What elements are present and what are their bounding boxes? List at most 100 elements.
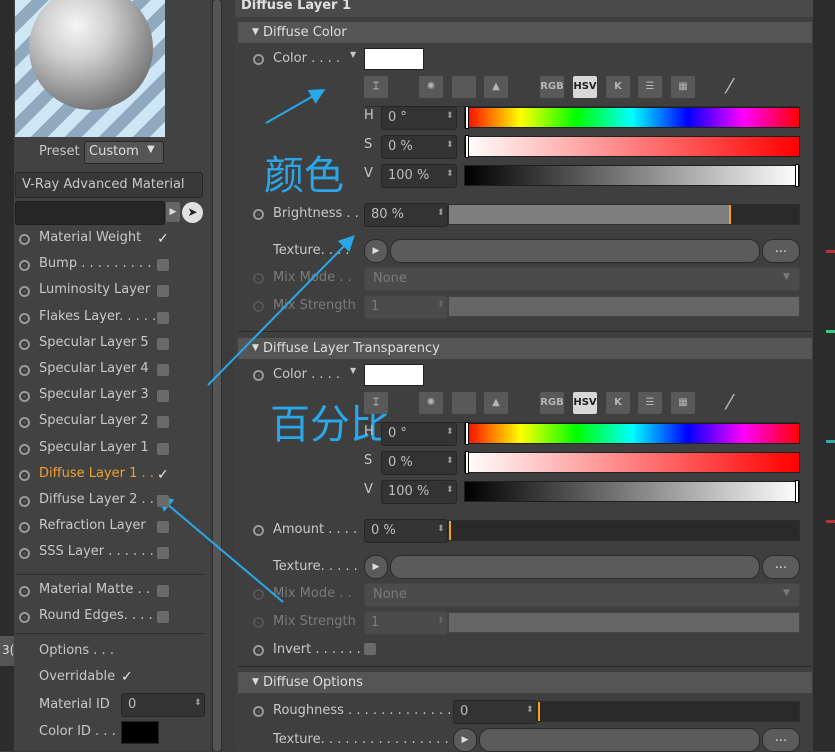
layer-checkbox[interactable]	[157, 442, 169, 455]
value-bar-marker[interactable]	[795, 480, 799, 503]
mix-strength-slider[interactable]	[448, 296, 800, 317]
amount-slider[interactable]	[448, 520, 800, 541]
hue-field[interactable]: 0 ° ⬍	[381, 422, 457, 446]
animation-radio[interactable]	[253, 525, 264, 536]
layer-checkbox[interactable]	[157, 390, 169, 403]
saturation-bar[interactable]	[464, 136, 800, 157]
hue-bar-marker[interactable]	[465, 422, 469, 445]
texture-slot[interactable]	[390, 239, 760, 263]
layer-radio[interactable]	[19, 338, 30, 350]
hue-field[interactable]: 0 ° ⬍	[381, 106, 457, 130]
layer-checkbox[interactable]	[157, 495, 169, 507]
color-swatch[interactable]	[364, 364, 424, 386]
mix-strength-field[interactable]: 1 ⬍	[364, 295, 448, 319]
material-link-field[interactable]	[15, 201, 165, 225]
mix-strength-slider[interactable]	[448, 612, 800, 633]
texture-more-button[interactable]: ...	[762, 239, 800, 263]
value-field[interactable]: 100 % ⬍	[381, 164, 457, 188]
spinner-icon[interactable]: ⬍	[437, 524, 445, 534]
value-field[interactable]: 100 % ⬍	[381, 480, 457, 504]
animation-radio[interactable]	[253, 209, 264, 220]
layer-checkbox[interactable]	[157, 364, 169, 376]
link-arrow-button[interactable]: ▶	[166, 202, 180, 222]
section-header-diffuse-options[interactable]: ▼ Diffuse Options	[238, 672, 812, 693]
layer-checkbox[interactable]	[157, 585, 169, 597]
saturation-bar-marker[interactable]	[465, 451, 469, 474]
hsv-mode-button[interactable]: HSV	[573, 392, 597, 414]
brightness-slider-marker[interactable]	[729, 205, 731, 224]
layer-checkbox[interactable]	[157, 547, 169, 560]
hue-bar[interactable]	[464, 107, 800, 128]
value-bar[interactable]	[464, 165, 800, 186]
saturation-field[interactable]: 0 % ⬍	[381, 451, 457, 475]
layer-radio[interactable]	[19, 365, 30, 376]
layer-checkbox[interactable]: ✓	[157, 232, 171, 246]
kelvin-mode-button[interactable]: K	[606, 392, 630, 414]
color-expand-icon[interactable]: ▼	[350, 50, 356, 59]
color-chart-icon[interactable]: ⌶	[364, 392, 388, 414]
image-picker-icon[interactable]: ▲	[484, 392, 508, 414]
pick-cursor-icon[interactable]: ➤	[182, 202, 203, 223]
material-id-field[interactable]: 0 ⬍	[121, 693, 205, 717]
mixer-icon[interactable]: ☰	[638, 392, 662, 414]
texture-slot[interactable]	[479, 728, 760, 752]
layer-checkbox[interactable]	[157, 416, 169, 429]
layer-radio[interactable]	[19, 586, 30, 597]
texture-more-button[interactable]: ...	[762, 555, 800, 579]
scrollbar-thumb[interactable]	[213, 0, 221, 751]
material-preview[interactable]	[15, 0, 165, 137]
animation-radio[interactable]	[253, 706, 264, 717]
mix-strength-field[interactable]: 1 ⬍	[364, 611, 448, 635]
rgb-mode-button[interactable]: RGB	[540, 392, 564, 414]
texture-arrow-button[interactable]: ▶	[364, 555, 388, 579]
spinner-icon[interactable]: ⬍	[446, 169, 454, 179]
hue-bar-marker[interactable]	[465, 106, 469, 129]
swatches-icon[interactable]: ▦	[671, 76, 695, 98]
spinner-icon[interactable]: ⬍	[437, 300, 445, 310]
brightness-slider[interactable]	[448, 204, 800, 225]
roughness-slider-marker[interactable]	[538, 702, 540, 721]
texture-arrow-button[interactable]: ▶	[364, 239, 388, 263]
mix-mode-dropdown[interactable]: None ▼	[364, 267, 800, 291]
spinner-icon[interactable]: ⬍	[446, 427, 454, 437]
eyedropper-icon[interactable]: ⁄	[728, 74, 731, 98]
material-name-field[interactable]: V-Ray Advanced Material	[15, 172, 203, 198]
layer-checkbox[interactable]	[157, 521, 169, 534]
texture-slot[interactable]	[390, 555, 760, 579]
mixer-icon[interactable]: ☰	[638, 76, 662, 98]
value-bar-marker[interactable]	[795, 164, 799, 187]
layer-radio[interactable]	[19, 496, 30, 507]
swatches-icon[interactable]: ▦	[671, 392, 695, 414]
section-header-diffuse-color[interactable]: ▼ Diffuse Color	[238, 22, 812, 43]
color-wheel-icon[interactable]: ✺	[419, 392, 443, 414]
spectrum-icon[interactable]	[452, 392, 476, 414]
saturation-field[interactable]: 0 % ⬍	[381, 135, 457, 159]
spinner-icon[interactable]: ⬍	[194, 698, 202, 708]
texture-more-button[interactable]: ...	[762, 728, 800, 752]
value-bar[interactable]	[464, 481, 800, 502]
layer-radio[interactable]	[19, 443, 30, 455]
spinner-icon[interactable]: ⬍	[526, 705, 534, 715]
layer-radio[interactable]	[19, 234, 30, 245]
spinner-icon[interactable]: ⬍	[446, 140, 454, 150]
layer-checkbox[interactable]	[157, 285, 169, 298]
texture-arrow-button[interactable]: ▶	[453, 728, 477, 752]
layer-checkbox[interactable]: ✓	[157, 468, 171, 482]
preset-dropdown[interactable]: Custom ▼	[84, 141, 164, 164]
color-chart-icon[interactable]: ⌶	[364, 76, 388, 98]
layer-checkbox[interactable]	[157, 259, 169, 272]
saturation-bar[interactable]	[464, 452, 800, 473]
roughness-slider[interactable]	[537, 701, 800, 722]
animation-radio[interactable]	[253, 370, 264, 381]
invert-checkbox[interactable]	[364, 643, 376, 655]
layer-checkbox[interactable]	[157, 311, 169, 324]
layer-checkbox[interactable]	[157, 337, 169, 350]
spinner-icon[interactable]: ⬍	[437, 616, 445, 626]
layer-checkbox[interactable]	[157, 611, 169, 623]
saturation-bar-marker[interactable]	[465, 135, 469, 158]
amount-slider-marker[interactable]	[449, 521, 451, 540]
overridable-checkbox[interactable]: ✓	[121, 670, 135, 684]
eyedropper-icon[interactable]: ⁄	[728, 390, 731, 414]
roughness-field[interactable]: 0 ⬍	[453, 700, 537, 724]
brightness-field[interactable]: 80 % ⬍	[364, 203, 448, 227]
